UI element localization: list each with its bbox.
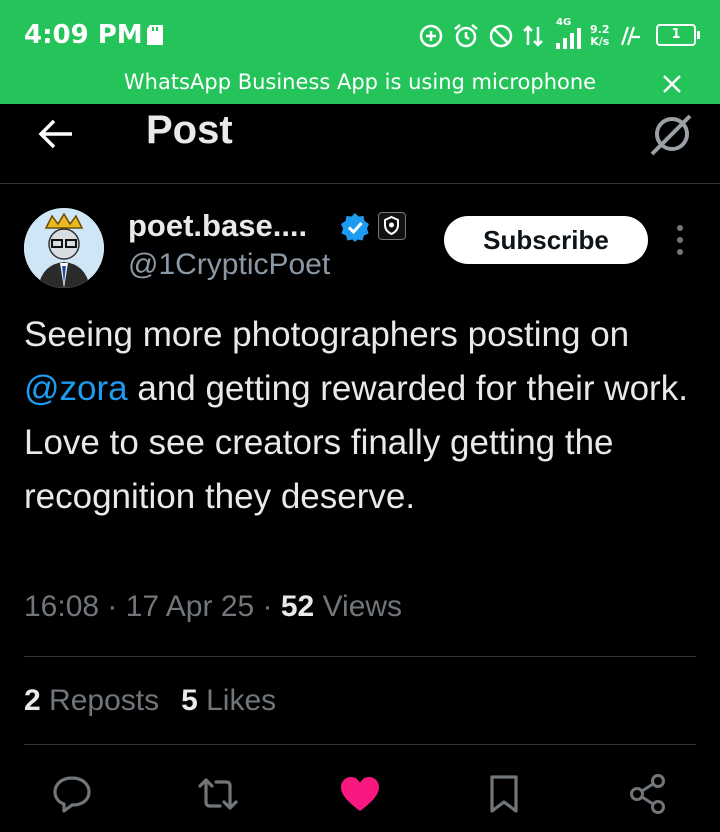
close-icon[interactable] (660, 72, 684, 96)
post-meta: 16:08 · 17 Apr 25 · 52 Views (24, 590, 403, 623)
bookmark-icon[interactable] (482, 772, 526, 816)
page-title: Post (146, 108, 233, 152)
shield-icon (384, 215, 399, 236)
data-saver-icon (419, 24, 443, 48)
views-label[interactable]: Views (323, 590, 402, 623)
signal-icon: 4G (552, 17, 582, 51)
more-icon[interactable] (670, 222, 690, 258)
grok-icon[interactable] (646, 110, 696, 160)
avatar[interactable] (24, 208, 104, 288)
like-icon[interactable] (338, 772, 382, 816)
divider (24, 744, 696, 745)
author-handle[interactable]: @1CrypticPoet (128, 248, 330, 282)
charging-icon (620, 26, 640, 46)
author-name[interactable]: poet.base.... (128, 208, 307, 244)
status-bar: 4:09 PM 4G 9.2 K/s 1 WhatsApp Business A… (0, 0, 720, 104)
views-count: 52 (280, 590, 315, 623)
likes-stat[interactable]: 5 Likes (181, 684, 276, 717)
network-speed: 9.2 K/s (590, 23, 610, 48)
sd-card-icon (147, 25, 163, 45)
post-date: 17 Apr 25 (125, 590, 255, 623)
data-transfer-icon (523, 25, 543, 47)
post-stats: 2 Reposts 5 Likes (24, 684, 276, 718)
do-not-disturb-icon (489, 24, 513, 48)
back-icon[interactable] (36, 114, 76, 154)
microphone-banner[interactable]: WhatsApp Business App is using microphon… (0, 70, 720, 94)
mention-link[interactable]: @zora (24, 369, 128, 408)
repost-icon[interactable] (196, 772, 240, 816)
status-icons: 4G 9.2 K/s (418, 17, 642, 52)
affiliate-badge (378, 212, 406, 240)
share-icon[interactable] (626, 772, 670, 816)
alarm-icon (454, 24, 478, 48)
post-text: Seeing more photographers posting on @zo… (24, 315, 688, 516)
subscribe-button[interactable]: Subscribe (444, 216, 648, 264)
divider (24, 656, 696, 657)
post-time: 16:08 (24, 590, 100, 623)
verified-icon (341, 213, 369, 242)
post-header: Post (0, 104, 720, 184)
status-time: 4:09 PM (24, 20, 143, 50)
reply-icon[interactable] (50, 772, 94, 816)
reposts-stat[interactable]: 2 Reposts (24, 684, 159, 717)
battery-icon: 1 (656, 24, 700, 46)
